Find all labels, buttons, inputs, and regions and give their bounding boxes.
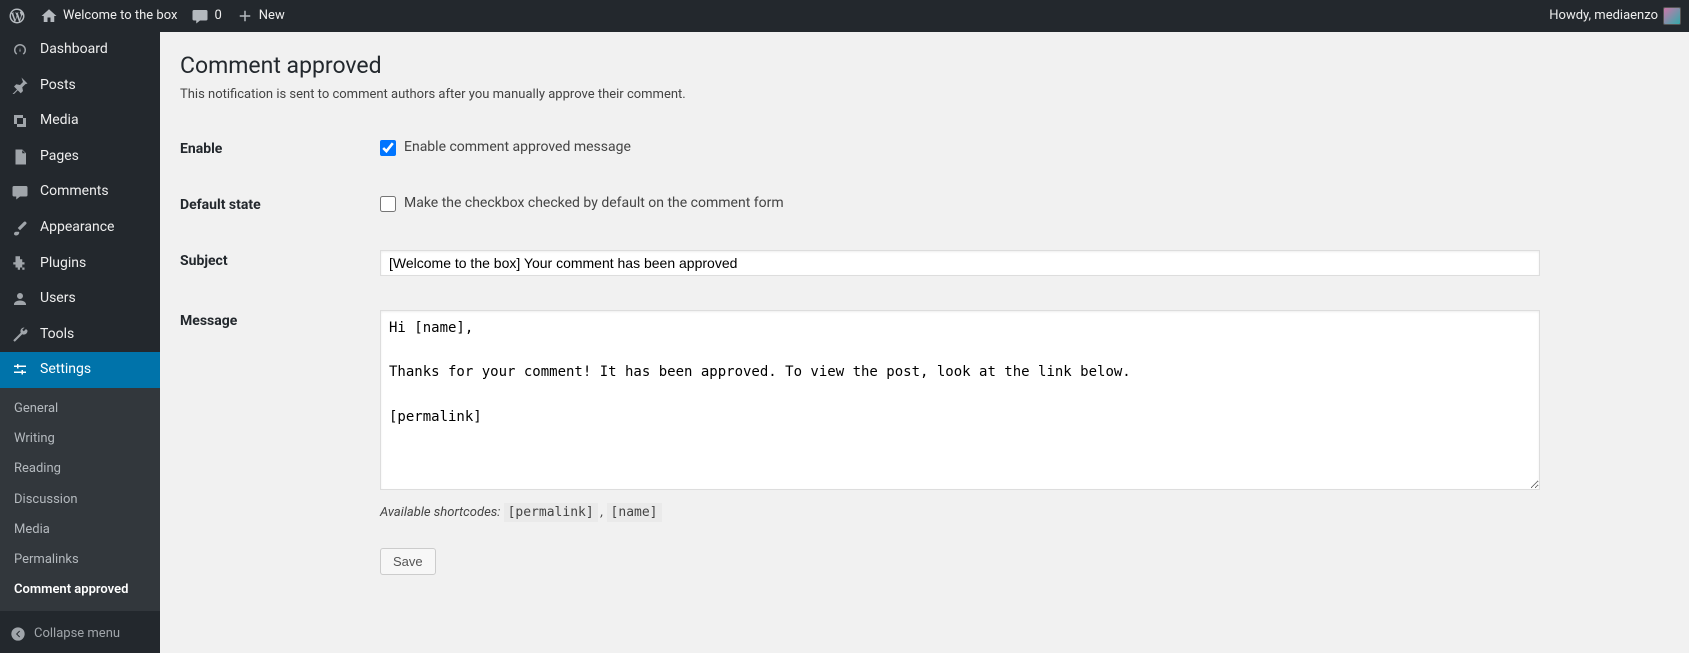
sidebar-item-label: Settings (40, 360, 91, 380)
main-content: Comment approved This notification is se… (160, 32, 1689, 653)
chevron-left-circle-icon (10, 626, 26, 642)
admin-bar: Welcome to the box 0 New Howdy, mediaenz… (0, 0, 1689, 32)
sidebar-item-pages[interactable]: Pages (0, 139, 160, 175)
default-state-checkbox[interactable] (380, 196, 396, 212)
enable-checkbox-wrapper[interactable]: Enable comment approved message (380, 138, 1669, 158)
sidebar-item-media[interactable]: Media (0, 103, 160, 139)
sidebar-item-posts[interactable]: Posts (0, 68, 160, 104)
new-label: New (259, 7, 285, 25)
sidebar-item-users[interactable]: Users (0, 281, 160, 317)
label-enable: Enable (180, 138, 380, 160)
row-message: Message Available shortcodes: [permalink… (180, 300, 1669, 600)
settings-sliders-icon (11, 361, 29, 379)
collapse-menu-label: Collapse menu (34, 625, 120, 643)
sidebar-item-label: Tools (40, 325, 74, 345)
sidebar-item-label: Posts (40, 76, 76, 96)
sidebar-item-label: Users (40, 289, 76, 309)
site-name-label: Welcome to the box (63, 7, 177, 25)
collapse-menu-button[interactable]: Collapse menu (0, 615, 160, 653)
shortcodes-hint: Available shortcodes: [permalink] , [nam… (380, 504, 1669, 522)
submenu-item-discussion[interactable]: Discussion (0, 485, 160, 515)
sidebar-item-label: Media (40, 111, 79, 131)
brush-icon (11, 219, 29, 237)
default-state-checkbox-label: Make the checkbox checked by default on … (404, 194, 784, 214)
sidebar-item-label: Plugins (40, 254, 86, 274)
admin-bar-comments[interactable]: 0 (191, 7, 221, 25)
admin-bar-logo[interactable] (8, 7, 26, 25)
sidebar-item-dashboard[interactable]: Dashboard (0, 32, 160, 68)
submenu-item-media[interactable]: Media (0, 515, 160, 545)
row-enable: Enable Enable comment approved message (180, 128, 1669, 184)
admin-bar-user-menu[interactable]: Howdy, mediaenzo (1549, 7, 1681, 25)
home-icon (40, 7, 58, 25)
message-textarea[interactable] (380, 310, 1540, 490)
submenu-item-reading[interactable]: Reading (0, 454, 160, 484)
pin-icon (11, 76, 29, 94)
media-icon (11, 112, 29, 130)
sidebar-item-settings[interactable]: Settings (0, 352, 160, 388)
row-default-state: Default state Make the checkbox checked … (180, 184, 1669, 240)
howdy-label: Howdy, mediaenzo (1549, 7, 1658, 25)
label-default-state: Default state (180, 194, 380, 216)
submenu-item-comment-approved[interactable]: Comment approved (0, 575, 160, 605)
sidebar-item-label: Pages (40, 147, 79, 167)
sidebar-item-comments[interactable]: Comments (0, 174, 160, 210)
label-subject: Subject (180, 250, 380, 272)
enable-checkbox-label: Enable comment approved message (404, 138, 631, 158)
admin-bar-site-name[interactable]: Welcome to the box (40, 7, 177, 25)
comment-bubble-icon (191, 7, 209, 25)
plugin-icon (11, 254, 29, 272)
user-icon (11, 290, 29, 308)
comments-count-label: 0 (214, 7, 221, 25)
submenu-item-general[interactable]: General (0, 394, 160, 424)
sidebar-item-label: Comments (40, 182, 109, 202)
wordpress-icon (8, 7, 26, 25)
submenu-item-writing[interactable]: Writing (0, 424, 160, 454)
avatar (1663, 7, 1681, 25)
plus-icon (236, 7, 254, 25)
dashboard-icon (11, 41, 29, 59)
subject-input[interactable] (380, 250, 1540, 276)
settings-submenu: General Writing Reading Discussion Media… (0, 388, 160, 611)
label-message: Message (180, 310, 380, 332)
enable-checkbox[interactable] (380, 140, 396, 156)
comment-icon (11, 183, 29, 201)
sidebar-item-plugins[interactable]: Plugins (0, 246, 160, 282)
save-button[interactable]: Save (380, 548, 436, 575)
sidebar-item-label: Dashboard (40, 40, 108, 60)
wrench-icon (11, 326, 29, 344)
admin-bar-new[interactable]: New (236, 7, 285, 25)
default-state-checkbox-wrapper[interactable]: Make the checkbox checked by default on … (380, 194, 1669, 214)
row-subject: Subject (180, 240, 1669, 300)
sidebar-item-tools[interactable]: Tools (0, 317, 160, 353)
sidebar-item-label: Appearance (40, 218, 114, 238)
page-title: Comment approved (180, 50, 1669, 82)
page-icon (11, 148, 29, 166)
admin-sidebar: Dashboard Posts Media Pages Comments App… (0, 32, 160, 653)
page-description: This notification is sent to comment aut… (180, 86, 1669, 104)
submenu-item-permalinks[interactable]: Permalinks (0, 545, 160, 575)
sidebar-item-appearance[interactable]: Appearance (0, 210, 160, 246)
